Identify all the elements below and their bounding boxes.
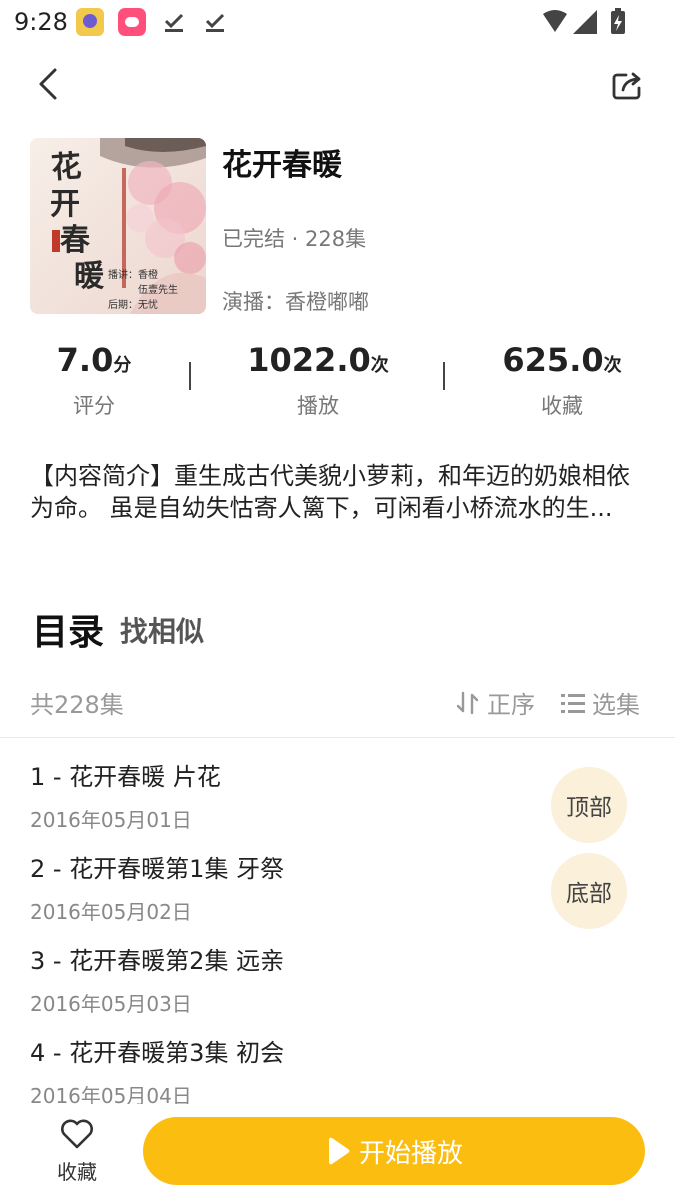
episode-title: 3 - 花开春暖第2集 远亲	[30, 947, 285, 975]
episode-title: 4 - 花开春暖第3集 初会	[30, 1039, 285, 1067]
svg-text:后期：无忧: 后期：无忧	[108, 298, 158, 311]
chevron-left-icon	[39, 68, 57, 100]
stat-favorites-unit: 次	[603, 355, 622, 376]
scroll-top-button[interactable]: 顶部	[551, 767, 627, 843]
cover-art: 花 开 春 暖 播讲：香橙 伍壹先生 后期：无忧	[30, 138, 206, 314]
wifi-icon	[543, 10, 567, 32]
book-cover[interactable]: 花 开 春 暖 播讲：香橙 伍壹先生 后期：无忧	[30, 138, 206, 314]
sort-icon	[456, 691, 479, 714]
episode-item[interactable]: 2 - 花开春暖第1集 牙祭 2016年05月02日	[30, 854, 550, 925]
episode-title: 2 - 花开春暖第1集 牙祭	[30, 855, 285, 883]
tab-catalog[interactable]: 目录	[32, 603, 104, 655]
download-done-icon-2	[205, 13, 225, 32]
stat-plays-label: 播放	[297, 394, 339, 418]
svg-text:花: 花	[50, 149, 82, 186]
episode-item[interactable]: 4 - 花开春暖第3集 初会 2016年05月04日	[30, 1038, 550, 1109]
share-icon	[612, 72, 641, 100]
episode-count: 共228集	[30, 691, 124, 719]
stat-plays: 1022.0次 播放	[244, 340, 392, 420]
stat-plays-unit: 次	[370, 355, 389, 376]
tab-similar[interactable]: 找相似	[120, 610, 204, 650]
svg-text:暖: 暖	[74, 259, 105, 294]
episode-date: 2016年05月03日	[30, 992, 192, 1016]
stat-rating-unit: 分	[113, 355, 132, 376]
signal-icon	[573, 10, 597, 34]
stat-favorites-label: 收藏	[541, 394, 583, 418]
system-status-icons	[543, 8, 625, 34]
select-label: 选集	[592, 691, 640, 719]
book-title: 花开春暖	[222, 148, 342, 183]
divider-line	[0, 737, 675, 738]
episode-title: 1 - 花开春暖 片花	[30, 763, 221, 791]
status-bar: 9:28	[0, 0, 675, 48]
sort-button[interactable]: 正序	[455, 685, 535, 720]
episode-date: 2016年05月02日	[30, 900, 192, 924]
list-icon	[561, 693, 585, 713]
favorite-button[interactable]: 收藏	[48, 1118, 106, 1185]
favorite-label: 收藏	[57, 1160, 97, 1184]
svg-text:春: 春	[60, 223, 90, 258]
app-notification-icon-2	[118, 8, 146, 36]
stat-favorites: 625.0次 收藏	[498, 340, 626, 420]
start-play-label: 开始播放	[358, 1138, 463, 1169]
scroll-bottom-button[interactable]: 底部	[551, 853, 627, 929]
app-notification-icon	[76, 8, 104, 36]
download-done-icon	[164, 13, 184, 32]
select-episodes-button[interactable]: 选集	[560, 685, 640, 720]
episode-date: 2016年05月01日	[30, 808, 192, 832]
episode-item[interactable]: 3 - 花开春暖第2集 远亲 2016年05月03日	[30, 946, 550, 1017]
stat-rating-value: 7.0	[56, 341, 114, 379]
stat-divider-2	[443, 362, 445, 390]
book-narrator: 演播：香橙嘟嘟	[222, 290, 369, 314]
back-button[interactable]	[30, 64, 66, 104]
book-meta: 已完结 · 228集	[222, 227, 367, 251]
stat-plays-value: 1022.0	[247, 341, 371, 379]
svg-text:播讲：香橙: 播讲：香橙	[108, 268, 158, 281]
heart-icon	[61, 1119, 93, 1149]
stat-rating-label: 评分	[73, 394, 115, 418]
svg-text:开: 开	[50, 187, 80, 222]
stat-divider	[189, 362, 191, 390]
book-description[interactable]: 【内容简介】重生成古代美貌小萝莉，和年迈的奶娘相依为命。 虽是自幼失怙寄人篱下，…	[30, 460, 648, 524]
sort-label: 正序	[487, 691, 535, 719]
status-time: 9:28	[14, 8, 68, 36]
start-play-button[interactable]: 开始播放	[143, 1117, 645, 1185]
play-icon	[328, 1137, 350, 1165]
episode-item[interactable]: 1 - 花开春暖 片花 2016年05月01日	[30, 762, 550, 833]
svg-text:伍壹先生: 伍壹先生	[138, 283, 178, 296]
stat-rating: 7.0分 评分	[52, 340, 136, 420]
share-button[interactable]	[608, 66, 648, 106]
stat-favorites-value: 625.0	[502, 341, 604, 379]
